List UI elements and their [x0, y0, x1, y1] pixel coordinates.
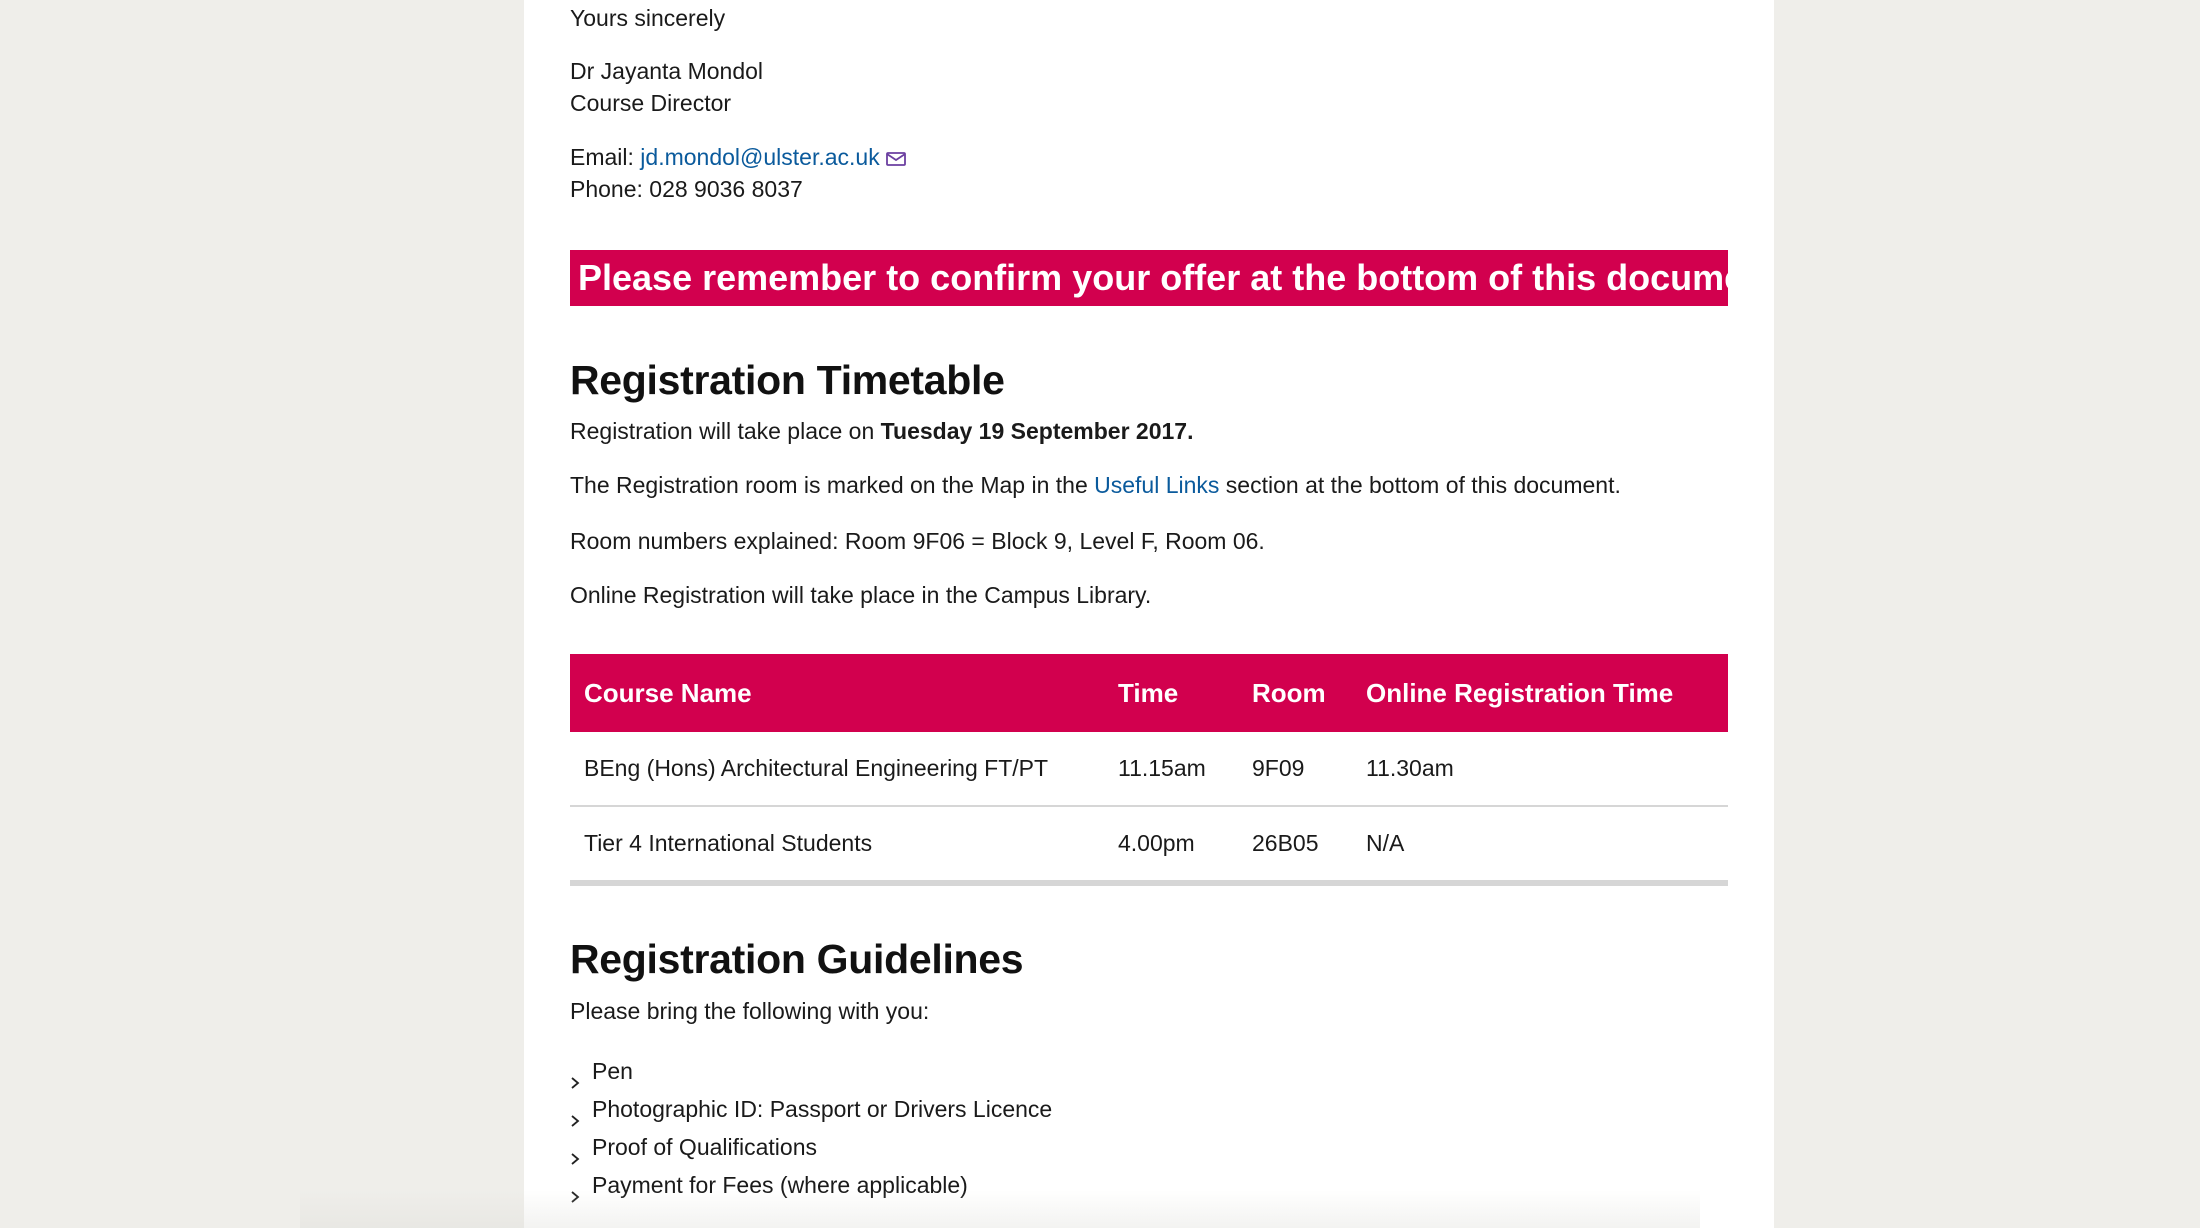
list-item-label: Photographic ID: Passport or Drivers Lic… [592, 1096, 1053, 1122]
useful-links-link[interactable]: Useful Links [1094, 472, 1219, 498]
email-label: Email: [570, 144, 634, 170]
guidelines-intro: Please bring the following with you: [570, 998, 930, 1024]
header-time: Time [1104, 654, 1238, 732]
cell-course-name: BEng (Hons) Architectural Engineering FT… [570, 732, 1104, 807]
registration-timetable-table: Course Name Time Room Online Registratio… [570, 654, 1728, 886]
chevron-right-icon [570, 1101, 580, 1127]
list-item: Pen [570, 1052, 1052, 1090]
cell-online-registration-time: 11.30am [1352, 732, 1728, 807]
registration-timetable-heading: Registration Timetable [570, 357, 1005, 403]
map-text-suffix: section at the bottom of this document. [1219, 472, 1621, 498]
room-numbers-explained: Room numbers explained: Room 9F06 = Bloc… [570, 528, 1265, 554]
cell-time: 4.00pm [1104, 806, 1238, 886]
list-item-label: Proof of Qualifications [592, 1134, 818, 1160]
cell-time: 11.15am [1104, 732, 1238, 807]
signatory-title: Course Director [570, 90, 732, 116]
registration-room-line: The Registration room is marked on the M… [570, 469, 1621, 501]
email-link[interactable]: jd.mondol@ulster.ac.uk [640, 144, 879, 170]
document-page: Yours sincerely Dr Jayanta Mondol Course… [524, 0, 1774, 1228]
chevron-right-icon [570, 1063, 580, 1089]
envelope-icon[interactable] [885, 143, 906, 175]
closing-text: Yours sincerely [570, 5, 726, 31]
header-room: Room [1238, 654, 1352, 732]
confirm-offer-banner: Please remember to confirm your offer at… [570, 250, 1728, 306]
list-item: Proof of Qualifications [570, 1128, 1052, 1166]
list-item-label: Pen [592, 1058, 633, 1084]
email-line: Email: jd.mondol@ulster.ac.uk [570, 141, 906, 175]
guidelines-list: Pen Photographic ID: Passport or Drivers… [570, 1052, 1052, 1204]
phone-line: Phone: 028 9036 8037 [570, 176, 803, 202]
online-registration-note: Online Registration will take place in t… [570, 582, 1152, 608]
registration-date-prefix: Registration will take place on [570, 418, 881, 444]
signatory-name: Dr Jayanta Mondol [570, 58, 764, 84]
cell-room: 26B05 [1238, 806, 1352, 886]
table-row: BEng (Hons) Architectural Engineering FT… [570, 732, 1728, 807]
list-item: Photographic ID: Passport or Drivers Lic… [570, 1090, 1052, 1128]
header-course-name: Course Name [570, 654, 1104, 732]
registration-date-line: Registration will take place on Tuesday … [570, 415, 1193, 447]
list-item: Payment for Fees (where applicable) [570, 1166, 1052, 1204]
chevron-right-icon [570, 1139, 580, 1165]
map-text-prefix: The Registration room is marked on the M… [570, 472, 1095, 498]
table-row: Tier 4 International Students 4.00pm 26B… [570, 806, 1728, 886]
cell-course-name: Tier 4 International Students [570, 806, 1104, 886]
list-item-label: Payment for Fees (where applicable) [592, 1172, 968, 1198]
registration-date: Tuesday 19 September 2017. [880, 418, 1194, 444]
cell-room: 9F09 [1238, 732, 1352, 807]
header-online-registration-time: Online Registration Time [1352, 654, 1728, 732]
table-header-row: Course Name Time Room Online Registratio… [570, 654, 1728, 732]
registration-guidelines-heading: Registration Guidelines [570, 936, 1024, 982]
chevron-right-icon [570, 1177, 580, 1203]
cell-online-registration-time: N/A [1352, 806, 1728, 886]
